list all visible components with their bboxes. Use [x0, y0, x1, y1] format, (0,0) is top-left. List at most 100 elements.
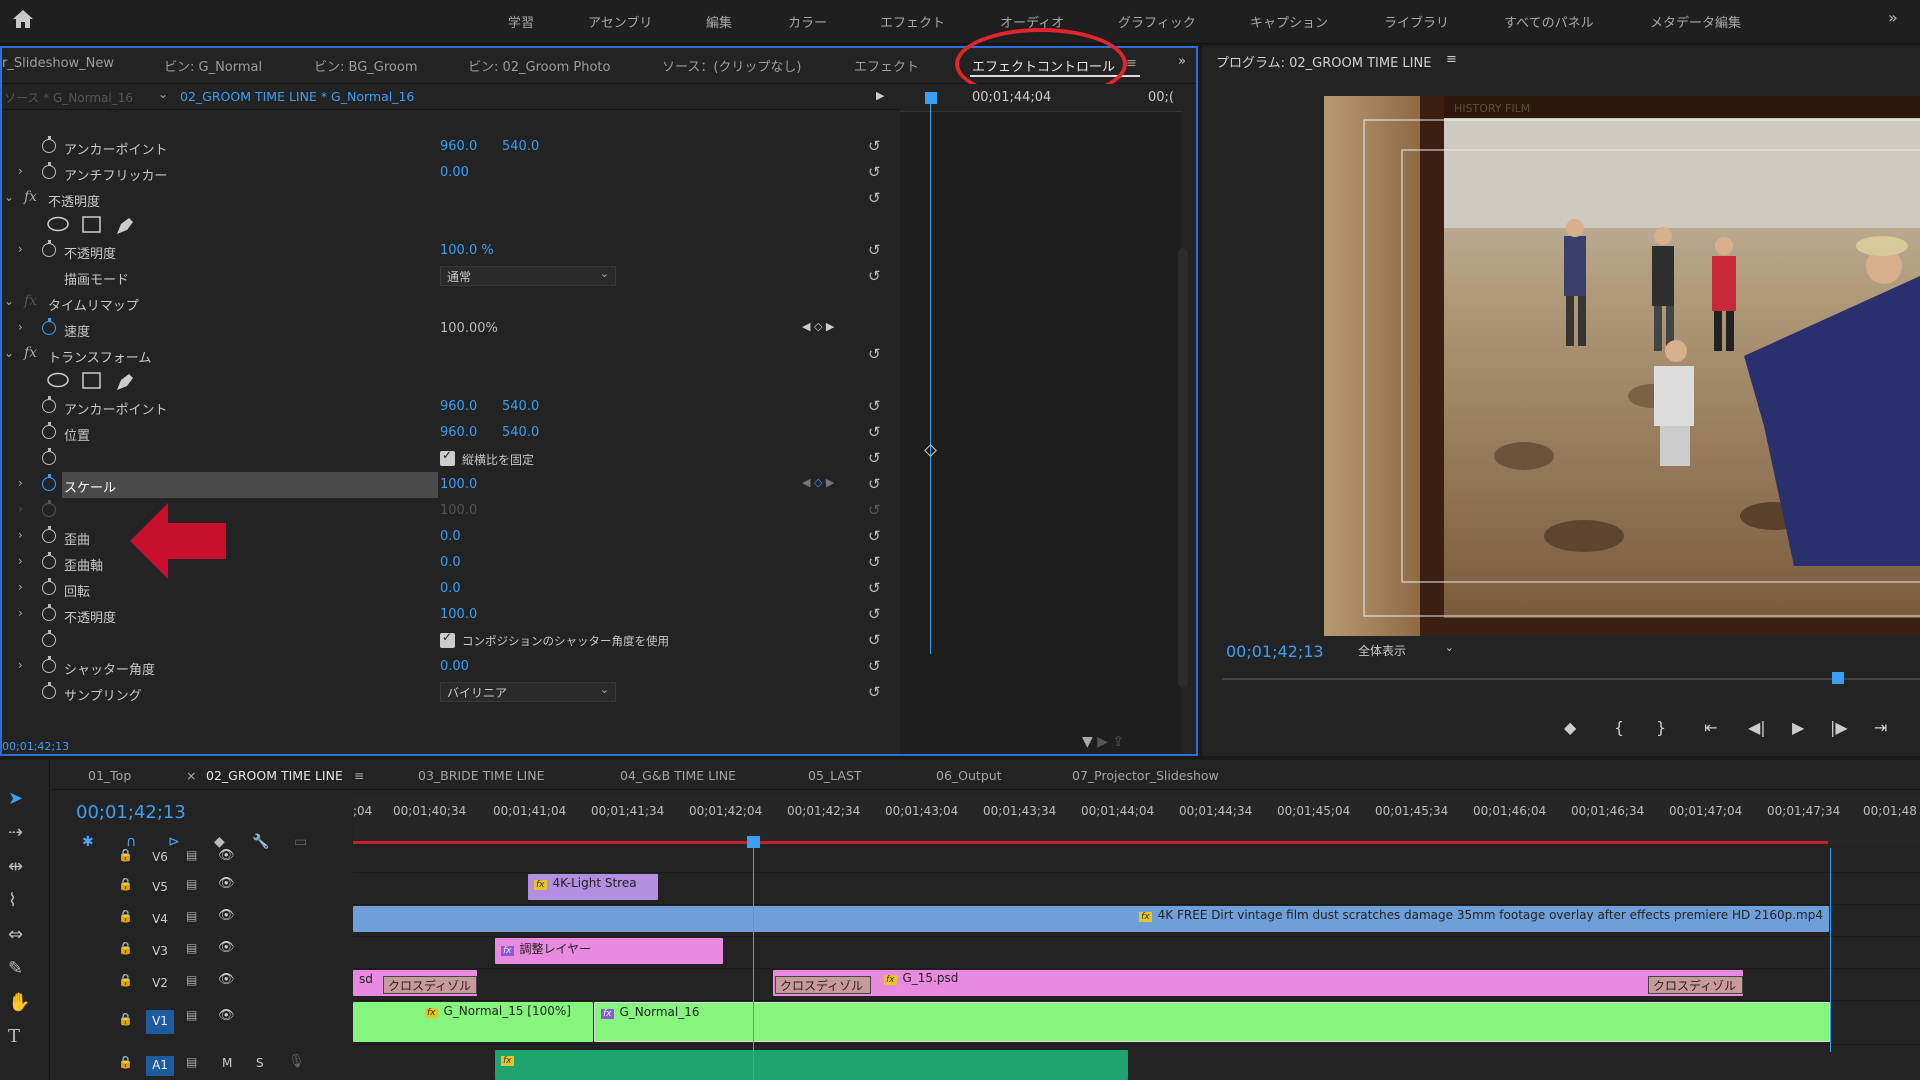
- workspace-tab-graphics[interactable]: グラフィック: [1118, 12, 1196, 31]
- rectangle-mask-icon[interactable]: [82, 216, 102, 234]
- tab-bin-g-normal[interactable]: ビン: G_Normal: [164, 56, 262, 75]
- chevron-right-icon[interactable]: ›: [18, 242, 23, 256]
- chevron-right-icon[interactable]: ›: [18, 606, 23, 620]
- playhead-line[interactable]: [930, 94, 931, 654]
- type-tool-icon[interactable]: T: [8, 1026, 20, 1047]
- uniform-scale-checkbox[interactable]: [440, 448, 455, 466]
- property-value[interactable]: 960.0: [440, 425, 477, 440]
- reset-icon[interactable]: ↺: [868, 267, 881, 285]
- track-name[interactable]: V2: [146, 974, 174, 994]
- step-back-icon[interactable]: ◀|: [1748, 718, 1766, 737]
- timeline-timecode[interactable]: 00;01;42;13: [76, 802, 186, 823]
- reset-icon[interactable]: ↺: [868, 189, 881, 207]
- property-value[interactable]: 540.0: [502, 425, 539, 440]
- tab-bin-bg-groom[interactable]: ビン: BG_Groom: [314, 56, 417, 75]
- reset-icon[interactable]: ↺: [868, 137, 881, 155]
- zoom-dropdown[interactable]: 全体表示 ⌄: [1352, 640, 1462, 662]
- chevron-right-icon[interactable]: ›: [18, 502, 23, 516]
- workspace-tab-learn[interactable]: 学習: [508, 12, 534, 31]
- keyframe-nav-icon[interactable]: ◀ ◇ ▶: [802, 476, 834, 489]
- solo-button[interactable]: S: [256, 1056, 264, 1070]
- tab-slideshow[interactable]: r_Slideshow_New: [2, 56, 114, 71]
- track-name[interactable]: V3: [146, 942, 174, 962]
- cross-dissolve-transition[interactable]: クロスディゾル: [383, 976, 477, 994]
- reset-icon[interactable]: ↺: [868, 241, 881, 259]
- chevron-right-icon[interactable]: ›: [18, 528, 23, 542]
- stopwatch-icon[interactable]: [42, 604, 56, 621]
- mark-in-icon[interactable]: {: [1614, 718, 1624, 737]
- chevron-down-icon[interactable]: ⌄: [4, 294, 14, 308]
- play-icon[interactable]: ▶: [1792, 718, 1804, 737]
- eye-icon[interactable]: 👁: [218, 972, 235, 987]
- more-workspaces-icon[interactable]: »: [1888, 8, 1898, 27]
- panel-menu-icon[interactable]: ≡: [1126, 56, 1137, 71]
- effect-group-time-remap[interactable]: ⌄ fx タイムリマップ: [2, 290, 900, 316]
- reset-icon[interactable]: ↺: [868, 553, 881, 571]
- panel-overflow-icon[interactable]: »: [1178, 54, 1186, 69]
- playhead-handle[interactable]: [925, 92, 937, 104]
- track-name[interactable]: V6: [146, 848, 174, 868]
- track-name[interactable]: V4: [146, 910, 174, 930]
- film-icon[interactable]: ▤: [186, 941, 197, 955]
- clip-adjustment-layer[interactable]: fx 調整レイヤー: [495, 938, 723, 964]
- pen-mask-icon[interactable]: [114, 216, 136, 236]
- sampling-dropdown[interactable]: バイリニア ⌄: [440, 682, 616, 702]
- close-icon[interactable]: ×: [186, 768, 196, 783]
- property-value[interactable]: 0.0: [440, 529, 461, 544]
- blend-mode-dropdown[interactable]: 通常 ⌄: [440, 266, 616, 286]
- reset-icon[interactable]: ↺: [868, 345, 881, 363]
- reset-icon[interactable]: ↺: [868, 527, 881, 545]
- effect-keyframe-timeline[interactable]: 00;01;44;04 00;(: [900, 84, 1182, 764]
- effect-group-transform[interactable]: ⌄ fx トランスフォーム ↺: [2, 342, 900, 368]
- ellipse-mask-icon[interactable]: [47, 372, 69, 388]
- play-triangle-icon[interactable]: ▶: [876, 89, 884, 102]
- stopwatch-icon[interactable]: [42, 474, 56, 491]
- add-marker-icon[interactable]: ◆: [1564, 718, 1576, 737]
- reset-icon[interactable]: ↺: [868, 423, 881, 441]
- chevron-right-icon[interactable]: ›: [18, 320, 23, 334]
- selection-tool-icon[interactable]: ➤: [8, 788, 23, 809]
- film-icon[interactable]: ▤: [186, 909, 197, 923]
- reset-icon[interactable]: ↺: [868, 605, 881, 623]
- reset-icon[interactable]: ↺: [868, 163, 881, 181]
- chevron-right-icon[interactable]: ›: [18, 658, 23, 672]
- chevron-down-icon[interactable]: ⌄: [4, 346, 14, 360]
- stopwatch-icon[interactable]: [42, 630, 56, 647]
- go-to-in-icon[interactable]: ⇤: [1704, 718, 1717, 737]
- tab-bin-groom-photo[interactable]: ビン: 02_Groom Photo: [468, 56, 610, 75]
- reset-icon[interactable]: ↺: [868, 501, 881, 519]
- sequence-tab[interactable]: 07_Projector_Slideshow: [1072, 768, 1219, 783]
- scale-value[interactable]: 100.0: [440, 477, 477, 492]
- workspace-tab-effects[interactable]: エフェクト: [880, 12, 945, 31]
- stopwatch-icon[interactable]: [42, 162, 56, 179]
- lock-icon[interactable]: 🔒: [118, 1055, 133, 1069]
- property-value[interactable]: 0.00: [440, 165, 469, 180]
- eye-icon[interactable]: 👁: [218, 876, 235, 891]
- reset-icon[interactable]: ↺: [868, 631, 881, 649]
- reset-icon[interactable]: ↺: [868, 657, 881, 675]
- clip-light-streak[interactable]: fx 4K-Light Strea: [528, 874, 658, 900]
- chevron-down-icon[interactable]: ⌄: [158, 87, 168, 101]
- reset-icon[interactable]: ↺: [868, 579, 881, 597]
- razor-tool-icon[interactable]: ⌇: [8, 890, 17, 911]
- property-value[interactable]: 540.0: [502, 399, 539, 414]
- sequence-tab[interactable]: 03_BRIDE TIME LINE: [418, 768, 544, 783]
- clip-g-normal-15[interactable]: fx G_Normal_15 [100%]: [353, 1002, 593, 1042]
- clip-audio-a1[interactable]: fx: [495, 1050, 1128, 1080]
- program-video-frame[interactable]: HISTORY FILM: [1324, 96, 1920, 636]
- lock-icon[interactable]: 🔒: [118, 909, 133, 923]
- ellipse-mask-icon[interactable]: [47, 216, 69, 232]
- stopwatch-icon[interactable]: [42, 500, 56, 517]
- property-value[interactable]: 0.00: [440, 659, 469, 674]
- reset-icon[interactable]: ↺: [868, 475, 881, 493]
- slip-tool-icon[interactable]: ⇔: [8, 924, 23, 945]
- keyframe-ruler[interactable]: 00;01;44;04 00;(: [900, 84, 1182, 112]
- fx-icon[interactable]: fx: [24, 293, 37, 309]
- microphone-icon[interactable]: 🎙: [288, 1054, 305, 1069]
- stopwatch-icon[interactable]: [42, 448, 56, 465]
- ripple-edit-tool-icon[interactable]: ⇹: [8, 856, 23, 877]
- keyframe-nav-icon[interactable]: ◀ ◇ ▶: [802, 320, 834, 333]
- shutter-angle-checkbox[interactable]: [440, 630, 455, 648]
- eye-icon[interactable]: 👁: [218, 848, 235, 863]
- chevron-right-icon[interactable]: ›: [18, 476, 23, 490]
